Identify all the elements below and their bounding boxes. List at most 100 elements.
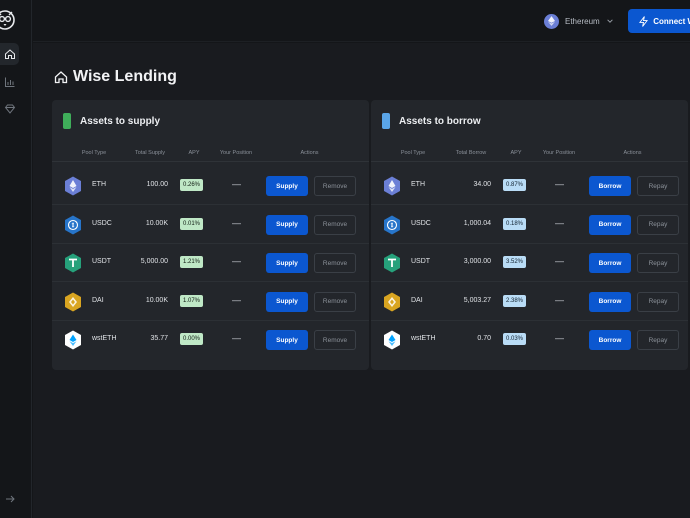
table-row: ETH 34.00 0.87% — Borrow Repay <box>371 167 688 205</box>
borrow-card: Assets to borrow Pool Type Total Borrow … <box>371 100 688 370</box>
sidebar-item-stats[interactable] <box>0 71 19 93</box>
ethereum-icon <box>544 13 559 29</box>
dai-icon <box>383 292 401 312</box>
supply-action-button[interactable]: Supply <box>266 176 308 196</box>
apy-badge: 0.01% <box>180 217 204 230</box>
connect-wallet-button[interactable]: Connect Wallet <box>628 9 690 33</box>
borrow-secondary-button[interactable]: Repay <box>637 330 679 350</box>
borrow-action-button[interactable]: Borrow <box>589 214 631 235</box>
asset-total: 100.00 <box>146 181 168 188</box>
page-title-text: Wise Lending <box>73 68 177 85</box>
home-icon <box>4 49 15 59</box>
asset-name: USDC <box>411 219 431 227</box>
borrow-action-button[interactable]: Borrow <box>589 176 631 196</box>
chevron-down-icon <box>606 19 613 23</box>
main-content: Wise Lending Assets to supply Pool Type … <box>33 43 690 518</box>
arrow-right-icon <box>5 495 15 503</box>
table-row: ETH 100.00 0.26% — Supply Remove <box>52 167 369 205</box>
asset-name: USDT <box>92 258 112 265</box>
your-position: — <box>232 294 241 305</box>
home-icon <box>54 71 68 84</box>
apy-badge: 0.03% <box>503 333 527 345</box>
column-header-actions: Actions <box>300 150 319 156</box>
diamond-icon <box>4 104 15 114</box>
table-row: USDC 10.00K 0.01% — Supply Remove <box>52 206 369 244</box>
supply-action-button[interactable]: Supply <box>266 330 308 350</box>
usdt-icon <box>64 253 82 273</box>
borrow-accent-bar <box>382 113 390 129</box>
sidebar <box>0 0 32 518</box>
top-bar: Ethereum Connect Wallet <box>33 0 690 42</box>
column-header-total: Total Borrow <box>455 150 487 156</box>
borrow-action-button[interactable]: Borrow <box>589 291 631 312</box>
your-position: — <box>232 217 241 228</box>
borrow-secondary-button[interactable]: Repay <box>637 291 679 312</box>
sidebar-expand-button[interactable] <box>0 488 19 510</box>
sidebar-item-home[interactable] <box>0 43 19 65</box>
lightning-icon <box>639 15 649 27</box>
your-position: — <box>232 256 241 266</box>
asset-total: 5,000.00 <box>140 258 168 265</box>
borrow-action-button[interactable]: Borrow <box>589 330 631 350</box>
usdt-icon <box>383 253 401 273</box>
apy-badge: 2.38% <box>503 294 527 307</box>
asset-name: DAI <box>411 296 423 304</box>
your-position: — <box>232 333 241 343</box>
usdc-icon <box>64 215 82 235</box>
table-row: USDT 3,000.00 3.52% — Borrow Repay <box>371 244 688 282</box>
borrow-card-title: Assets to borrow <box>399 115 481 127</box>
column-header-apy: APY <box>510 150 522 156</box>
table-row: wstETH 35.77 0.00% — Supply Remove <box>52 321 369 359</box>
table-row: DAI 10.00K 1.07% — Supply Remove <box>52 283 369 321</box>
apy-badge: 0.26% <box>180 179 204 191</box>
your-position: — <box>555 333 564 343</box>
supply-secondary-button[interactable]: Remove <box>314 214 356 235</box>
table-row: wstETH 0.70 0.03% — Borrow Repay <box>371 321 688 359</box>
borrow-secondary-button[interactable]: Repay <box>637 253 679 273</box>
your-position: — <box>555 217 564 228</box>
table-row: USDC 1,000.04 0.18% — Borrow Repay <box>371 206 688 244</box>
wsteth-icon <box>383 330 401 350</box>
wsteth-icon <box>64 330 82 350</box>
borrow-action-button[interactable]: Borrow <box>589 253 631 273</box>
asset-total: 0.70 <box>477 335 491 342</box>
apy-badge: 1.07% <box>180 294 204 307</box>
supply-action-button[interactable]: Supply <box>266 214 308 235</box>
column-header-position: Your Position <box>219 150 253 156</box>
asset-name: ETH <box>92 181 106 188</box>
asset-name: wstETH <box>92 335 117 342</box>
column-header-pool-type: Pool Type <box>81 150 107 156</box>
asset-total: 10.00K <box>145 219 168 227</box>
supply-secondary-button[interactable]: Remove <box>314 176 356 196</box>
asset-total: 3,000.00 <box>463 258 491 265</box>
eth-icon <box>383 176 401 196</box>
borrow-card-header: Assets to borrow <box>382 113 481 129</box>
asset-name: wstETH <box>411 335 436 342</box>
supply-action-button[interactable]: Supply <box>266 291 308 312</box>
owl-logo-icon[interactable] <box>0 6 18 32</box>
connect-wallet-label: Connect Wallet <box>653 16 690 26</box>
borrow-secondary-button[interactable]: Repay <box>637 176 679 196</box>
asset-name: DAI <box>92 296 104 304</box>
column-header-total: Total Supply <box>135 150 165 156</box>
supply-action-button[interactable]: Supply <box>266 253 308 273</box>
sidebar-item-rewards[interactable] <box>0 98 19 120</box>
supply-secondary-button[interactable]: Remove <box>314 253 356 273</box>
apy-badge: 0.18% <box>503 217 527 230</box>
eth-icon <box>64 176 82 196</box>
asset-total: 5,003.27 <box>463 296 491 304</box>
table-row: USDT 5,000.00 1.21% — Supply Remove <box>52 244 369 282</box>
dai-icon <box>64 292 82 312</box>
supply-secondary-button[interactable]: Remove <box>314 291 356 312</box>
usdc-icon <box>383 215 401 235</box>
asset-name: ETH <box>411 181 425 188</box>
supply-card-header: Assets to supply <box>63 113 160 129</box>
borrow-secondary-button[interactable]: Repay <box>637 214 679 235</box>
network-selector[interactable]: Ethereum <box>544 12 614 30</box>
your-position: — <box>555 179 564 189</box>
supply-accent-bar <box>63 113 71 129</box>
supply-secondary-button[interactable]: Remove <box>314 330 356 350</box>
asset-name: USDT <box>411 258 431 265</box>
apy-badge: 1.21% <box>180 256 204 268</box>
supply-card: Assets to supply Pool Type Total Supply … <box>52 100 369 370</box>
